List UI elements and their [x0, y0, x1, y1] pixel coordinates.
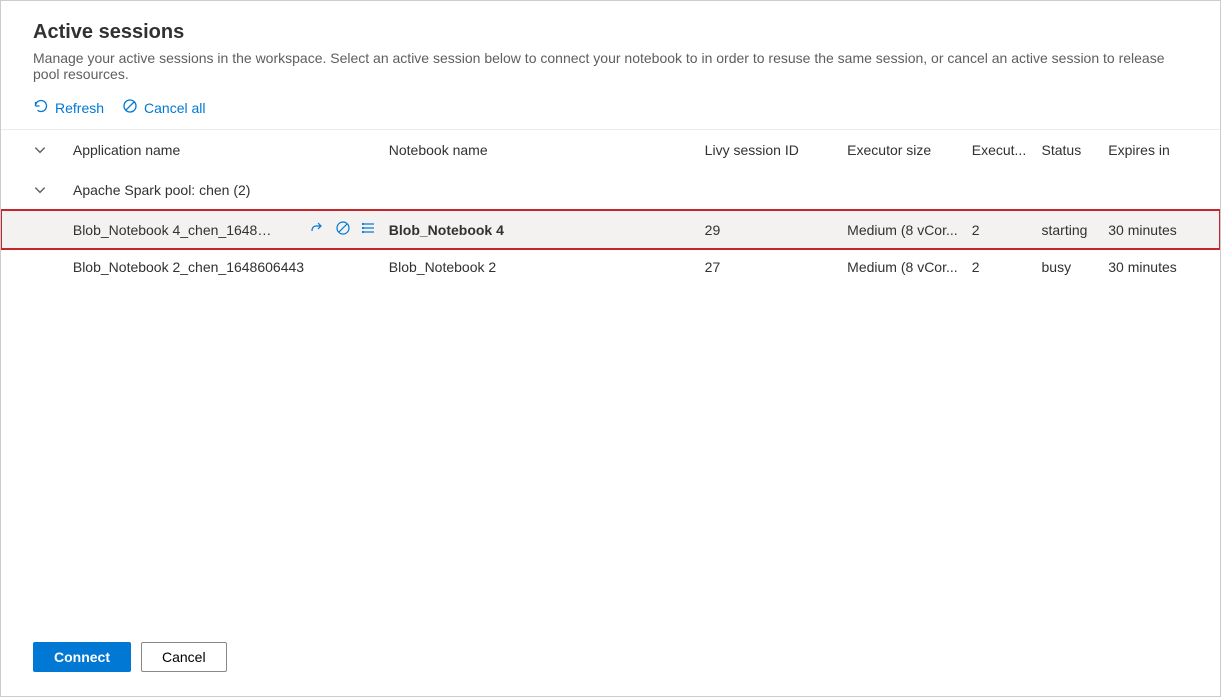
cell-executor-count: 2 — [972, 222, 1042, 238]
dialog-header: Active sessions Manage your active sessi… — [1, 1, 1220, 90]
cell-status: busy — [1042, 259, 1109, 275]
expand-all-toggle[interactable] — [33, 143, 73, 157]
table-row[interactable]: Blob_Notebook 2_chen_1648606443 Blob_Not… — [1, 249, 1220, 285]
cell-app-name: Blob_Notebook 4_chen_16486065... — [73, 220, 389, 239]
col-header-expires-in[interactable]: Expires in — [1108, 142, 1188, 158]
sessions-table: Application name Notebook name Livy sess… — [1, 130, 1220, 626]
col-header-executor-count[interactable]: Execut... — [972, 142, 1042, 158]
pool-group-row[interactable]: Apache Spark pool: chen (2) — [1, 170, 1220, 210]
cell-livy-id: 29 — [705, 222, 848, 238]
table-header-row: Application name Notebook name Livy sess… — [1, 130, 1220, 170]
cell-livy-id: 27 — [705, 259, 848, 275]
col-header-livy-id[interactable]: Livy session ID — [705, 142, 848, 158]
cell-notebook-name: Blob_Notebook 2 — [389, 259, 705, 275]
cell-executor-count: 2 — [972, 259, 1042, 275]
col-header-executor-size[interactable]: Executor size — [847, 142, 972, 158]
col-header-notebook-name[interactable]: Notebook name — [389, 142, 705, 158]
cancel-button[interactable]: Cancel — [141, 642, 227, 672]
row-actions — [309, 220, 377, 239]
cell-app-name: Blob_Notebook 2_chen_1648606443 — [73, 259, 389, 275]
page-title: Active sessions — [33, 21, 1188, 44]
connect-icon[interactable] — [309, 220, 325, 239]
refresh-icon — [33, 98, 49, 117]
cell-executor-size: Medium (8 vCor... — [847, 222, 972, 238]
app-name-text: Blob_Notebook 2_chen_1648606443 — [73, 259, 304, 275]
cancel-all-button[interactable]: Cancel all — [122, 98, 205, 117]
app-name-text: Blob_Notebook 4_chen_16486065... — [73, 222, 273, 238]
col-header-app-name[interactable]: Application name — [73, 142, 389, 158]
dialog-footer: Connect Cancel — [1, 626, 1220, 696]
cancel-icon — [122, 98, 138, 117]
cell-executor-size: Medium (8 vCor... — [847, 259, 972, 275]
cell-status: starting — [1042, 222, 1109, 238]
cancel-session-icon[interactable] — [335, 220, 351, 239]
cancel-all-label: Cancel all — [144, 100, 205, 116]
cell-expires-in: 30 minutes — [1108, 259, 1188, 275]
cell-notebook-name: Blob_Notebook 4 — [389, 222, 705, 238]
connect-button[interactable]: Connect — [33, 642, 131, 672]
group-expand-toggle[interactable] — [33, 183, 73, 197]
refresh-button[interactable]: Refresh — [33, 98, 104, 117]
details-icon[interactable] — [361, 220, 377, 239]
table-row[interactable]: Blob_Notebook 4_chen_16486065... Blob_No… — [1, 210, 1220, 249]
cell-expires-in: 30 minutes — [1108, 222, 1188, 238]
active-sessions-dialog: Active sessions Manage your active sessi… — [0, 0, 1221, 697]
group-label: Apache Spark pool: chen (2) — [73, 182, 250, 198]
col-header-status[interactable]: Status — [1042, 142, 1109, 158]
toolbar: Refresh Cancel all — [1, 90, 1220, 129]
refresh-label: Refresh — [55, 100, 104, 116]
page-subtitle: Manage your active sessions in the works… — [33, 50, 1188, 82]
